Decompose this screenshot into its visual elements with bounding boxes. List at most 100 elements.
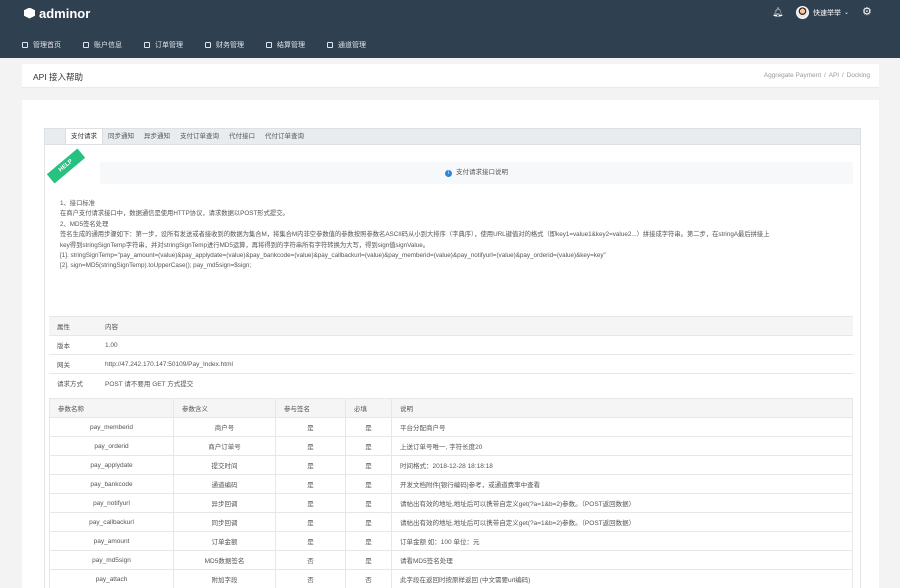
dashboard-icon xyxy=(22,42,28,48)
breadcrumb: Aggregate Payment / API / Docking xyxy=(763,72,870,79)
table-header-cell: 说明 xyxy=(391,398,853,418)
table-cell: 时间格式：2018-12-28 18:18:18 xyxy=(391,455,853,475)
tab-pay-request[interactable]: 支付请求 xyxy=(65,129,103,144)
tab-payout-order-query[interactable]: 代付订单查询 xyxy=(260,129,309,144)
table-cell: 附加字段 xyxy=(173,569,276,588)
table-cell: 请帖出有效的地址,地址后可以携带自定义get(?a=1&b=2)参数。（POST… xyxy=(391,493,853,513)
table-cell: 请看MD5签名处理 xyxy=(391,550,853,570)
table-cell: 提交时间 xyxy=(173,455,276,475)
table-cell: 是 xyxy=(345,455,392,475)
table-cell: 是 xyxy=(345,474,392,494)
table-cell: pay_callbackurl xyxy=(49,512,174,532)
table-row: pay_applydate 提交时间是是时间格式：2018-12-28 18:18… xyxy=(49,455,853,475)
param-table: 参数名称 参数含义 参与签名 必填 说明 pay_memberid 商户号是是平台… xyxy=(49,398,853,588)
table-cell: 订单金额 xyxy=(173,531,276,551)
info-icon: i xyxy=(445,170,452,177)
finance-icon xyxy=(205,42,211,48)
table-cell: POST 请不要用 GET 方式提交 xyxy=(97,373,853,393)
breadcrumb-item[interactable]: Aggregate Payment xyxy=(764,72,821,79)
table-row: pay_orderid 商户订单号是是上送订单号唯一, 字符长度20 xyxy=(49,436,853,456)
desc-line: [2]. sign=MD5(stringSignTemp).toUpperCas… xyxy=(60,262,252,270)
table-cell: 是 xyxy=(275,455,346,475)
table-cell: 是 xyxy=(345,417,392,437)
table-cell: 是 xyxy=(275,493,346,513)
table-cell: 是 xyxy=(345,512,392,532)
nav-item-home[interactable]: 管理首页 xyxy=(22,40,61,50)
table-cell: 是 xyxy=(345,550,392,570)
bell-icon[interactable]: 🔔︎ xyxy=(772,7,783,17)
page-header: API 接入帮助 Aggregate Payment / API / Docki… xyxy=(22,64,879,88)
nav-item-settlement[interactable]: 结算管理 xyxy=(266,40,305,50)
desc-line: key得到stringSignTemp字符串，并对stringSignTemp进… xyxy=(60,241,430,249)
desc-line: 1、接口标准 xyxy=(60,200,95,207)
table-cell: 版本 xyxy=(49,335,97,355)
breadcrumb-item: Docking xyxy=(846,72,870,79)
table-cell: 是 xyxy=(275,474,346,494)
table-cell: 商户订单号 xyxy=(173,436,276,456)
table-cell: 是 xyxy=(275,531,346,551)
table-cell: 上送订单号唯一, 字符长度20 xyxy=(391,436,853,456)
table-cell: pay_orderid xyxy=(49,436,174,456)
table-header-cell: 内容 xyxy=(97,316,853,336)
table-cell: 否 xyxy=(345,569,392,588)
table-cell: 同步回调 xyxy=(173,512,276,532)
table-cell: MD5数据签名 xyxy=(173,550,276,570)
table-header-cell: 必填 xyxy=(345,398,392,418)
table-cell: 开发文档附件[银行编码]参考，或通道费率中查看 xyxy=(391,474,853,494)
table-cell: 是 xyxy=(275,436,346,456)
table-header-cell: 参与签名 xyxy=(275,398,346,418)
avatar xyxy=(796,6,809,19)
table-cell: pay_attach xyxy=(49,569,174,588)
table-cell: 是 xyxy=(345,493,392,513)
info-table: 属性 内容 版本 1.00 网关 http://47.242.170.147:5… xyxy=(49,316,853,393)
table-header-cell: 参数名称 xyxy=(49,398,174,418)
table-cell: 是 xyxy=(275,512,346,532)
table-row: pay_md5sign MD5数据签名否是请看MD5签名处理 xyxy=(49,550,853,570)
brand-logo[interactable]: adminor xyxy=(24,6,90,21)
doc-tabs: 支付请求 同步通知 异步通知 支付订单查询 代付接口 代付订单查询 xyxy=(44,128,861,145)
table-cell: pay_amount xyxy=(49,531,174,551)
table-row: pay_bankcode 通道编码是是开发文档附件[银行编码]参考，或通道费率中查… xyxy=(49,474,853,494)
table-cell: pay_bankcode xyxy=(49,474,174,494)
table-cell: 否 xyxy=(275,550,346,570)
table-cell: 1.00 xyxy=(97,335,853,355)
chevron-down-icon: ⌄ xyxy=(844,10,850,16)
user-menu[interactable]: 快速举举 ⌄ xyxy=(796,6,849,19)
table-cell: 是 xyxy=(345,436,392,456)
table-row: pay_memberid 商户号是是平台分配商户号 xyxy=(49,417,853,437)
desc-line: 在商户支付请求接口中，数据通信是使用HTTP协议，请求数据以POST形式提交。 xyxy=(60,210,289,218)
notice-text: 支付请求接口说明 xyxy=(456,169,508,176)
table-cell: pay_notifyurl xyxy=(49,493,174,513)
table-cell: 商户号 xyxy=(173,417,276,437)
tab-sync-notify[interactable]: 同步通知 xyxy=(103,129,139,144)
page-title: API 接入帮助 xyxy=(33,72,84,82)
table-cell: 异步回调 xyxy=(173,493,276,513)
table-cell: pay_md5sign xyxy=(49,550,174,570)
breadcrumb-item[interactable]: API xyxy=(829,72,839,79)
table-row: pay_notifyurl 异步回调是是请帖出有效的地址,地址后可以携带自定义ge… xyxy=(49,493,853,513)
table-cell: 网关 xyxy=(49,354,97,374)
tab-async-notify[interactable]: 异步通知 xyxy=(139,129,175,144)
nav-item-account[interactable]: 账户信息 xyxy=(83,40,122,50)
tab-pay-order-query[interactable]: 支付订单查询 xyxy=(175,129,224,144)
table-row: 版本 1.00 xyxy=(49,335,853,355)
tab-payout-api[interactable]: 代付接口 xyxy=(224,129,260,144)
table-cell: 否 xyxy=(275,569,346,588)
nav-item-finance[interactable]: 财务管理 xyxy=(205,40,244,50)
table-cell: 是 xyxy=(345,531,392,551)
top-navbar: adminor 🔔︎ 快速举举 ⌄ ⚙ 管理首页 账户信息 订单管理 财务管理 … xyxy=(0,0,900,58)
user-name: 快速举举 xyxy=(813,9,841,17)
table-cell: 请帖出有效的地址,地址后可以携带自定义get(?a=1&b=2)参数。（POST… xyxy=(391,512,853,532)
table-cell: 平台分配商户号 xyxy=(391,417,853,437)
table-cell: 是 xyxy=(275,417,346,437)
orders-icon xyxy=(144,42,150,48)
table-cell: 此字段在返回时按原样返回 (中文需要url编码) xyxy=(391,569,853,588)
gear-icon[interactable]: ⚙ xyxy=(862,6,872,18)
table-cell: http://47.242.170.147:50109/Pay_Index.ht… xyxy=(97,354,853,374)
nav-item-channels[interactable]: 通道管理 xyxy=(327,40,366,50)
nav-item-orders[interactable]: 订单管理 xyxy=(144,40,183,50)
table-header-row: 参数名称 参数含义 参与签名 必填 说明 xyxy=(49,398,853,418)
table-row: pay_attach 附加字段否否此字段在返回时按原样返回 (中文需要url编码) xyxy=(49,569,853,588)
description: 1、接口标准 在商户支付请求接口中，数据通信是使用HTTP协议，请求数据以POS… xyxy=(60,199,850,272)
desc-line: 2、MD5签名处理 xyxy=(60,220,109,228)
